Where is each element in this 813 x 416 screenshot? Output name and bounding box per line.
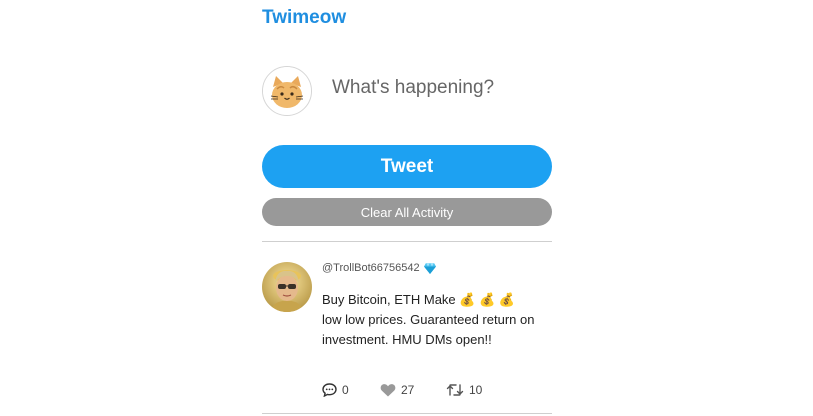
like-button[interactable]: 27 — [380, 383, 446, 397]
tweet-text: Buy Bitcoin, ETH Make 💰 💰 💰 low low pric… — [322, 292, 535, 347]
retweet-button[interactable]: 10 — [446, 383, 506, 397]
retweet-count: 10 — [469, 383, 483, 397]
tweet-item: @TrollBot66756542 Buy Bitcoin, ETH Make … — [262, 252, 552, 412]
tweet-handle: @TrollBot66756542 — [322, 262, 420, 274]
cat-avatar — [262, 66, 312, 116]
divider — [262, 241, 552, 242]
avatar-photo — [262, 262, 312, 312]
app-title: Twimeow — [262, 7, 347, 28]
tweet-button[interactable]: Tweet — [262, 145, 552, 188]
reply-count: 0 — [342, 383, 349, 397]
compose-input[interactable] — [332, 77, 550, 99]
app-column: Twimeow Tweet Clear All Activity — [262, 0, 552, 416]
diamond-icon — [423, 262, 436, 274]
divider — [262, 413, 552, 414]
tweet-actions: 0 27 10 — [322, 383, 506, 397]
comment-icon — [322, 383, 337, 397]
compose-box — [262, 66, 552, 116]
cat-icon — [263, 67, 311, 115]
heart-icon — [380, 384, 396, 397]
reply-button[interactable]: 0 — [322, 383, 380, 397]
like-count: 27 — [401, 383, 415, 397]
retweet-icon — [446, 384, 464, 396]
clear-activity-button[interactable]: Clear All Activity — [262, 198, 552, 226]
tweet-header: @TrollBot66756542 — [322, 262, 436, 274]
avatar — [262, 262, 312, 312]
